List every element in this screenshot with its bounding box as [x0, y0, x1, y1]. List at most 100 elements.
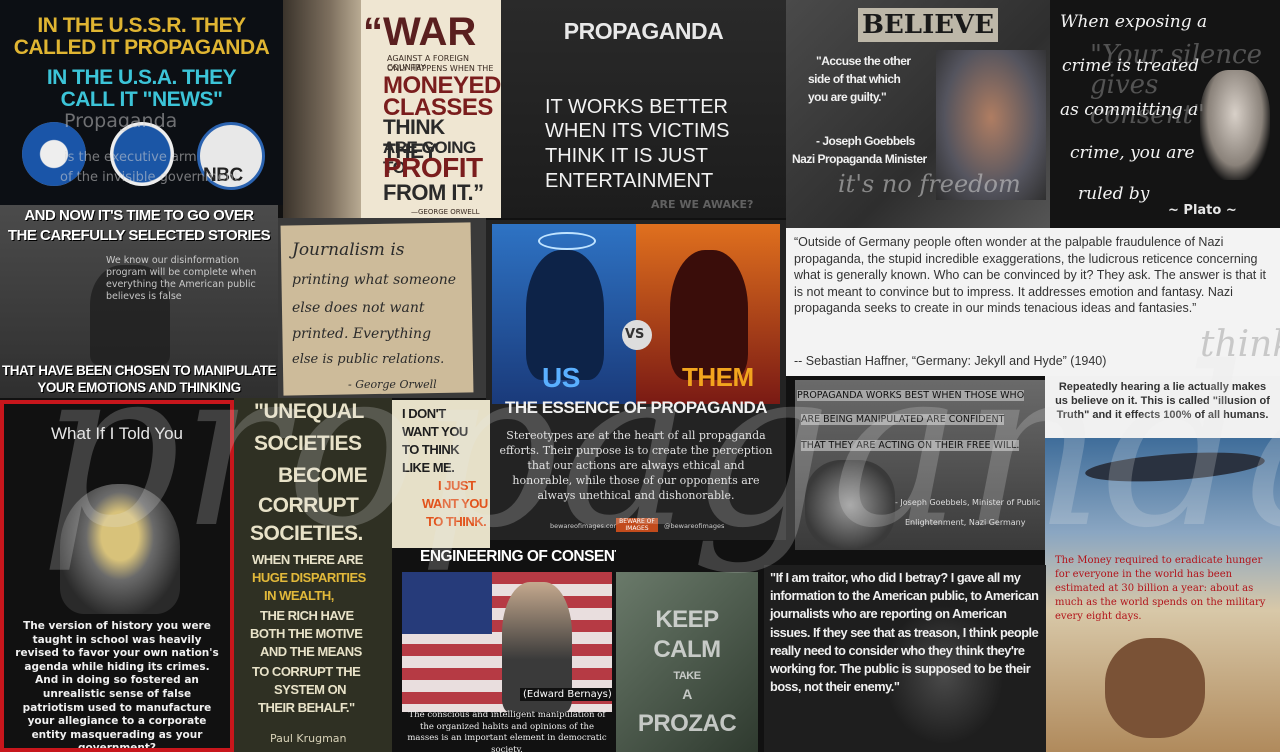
war-l1: “WAR: [363, 10, 477, 54]
usthem-site: bewareofimages.com: [550, 522, 620, 530]
repeat-text: Repeatedly hearing a lie actually makes …: [1055, 381, 1270, 421]
propaganda-l3: THINK IT IS JUST: [545, 145, 708, 167]
vs-label: VS: [625, 327, 645, 342]
war-author: —GEORGE ORWELL: [411, 208, 480, 216]
goebbels-q2: side of that which: [808, 72, 901, 86]
journalism-l5: else is public relations.: [292, 352, 445, 367]
usthem-badge: BEWARE OF IMAGES: [616, 518, 658, 532]
stories-top2: THE CAREFULLY SELECTED STORIES: [7, 227, 271, 244]
thinklike-l4: LIKE ME.: [402, 460, 455, 475]
exposing-author: ~ Plato ~: [1168, 203, 1237, 218]
propaganda-l1: IT WORKS BETTER: [545, 96, 728, 118]
stories-top1: AND NOW IT'S TIME TO GO OVER: [24, 207, 254, 224]
tile-what-if-told-you: What If I Told You The version of histor…: [0, 400, 234, 752]
propaganda-title: PROPAGANDA: [563, 18, 724, 44]
propaganda-faint: ARE WE AWAKE?: [651, 198, 754, 211]
haffner-faint: think!: [1200, 324, 1280, 365]
krugman-l2: SOCIETIES: [254, 432, 362, 455]
krugman-l12: TO CORRUPT THE: [252, 664, 361, 679]
child-figure: [1105, 638, 1205, 738]
thinklike-l6: WANT YOU: [422, 496, 488, 511]
us-figure: [526, 250, 604, 380]
exposing-l2: crime is treated: [1062, 56, 1200, 76]
exposing-l5: ruled by: [1078, 184, 1150, 204]
ussr-faint1: Propaganda: [64, 110, 178, 132]
hoodie-figure: [60, 484, 180, 614]
propaganda-l2: WHEN ITS VICTIMS: [545, 120, 730, 142]
tile-exposing-crime: "Your silence gives consent" When exposi…: [1050, 0, 1280, 228]
krugman-l8: IN WEALTH,: [264, 588, 334, 603]
tile-ussr-news: IN THE U.S.S.R. THEY CALLED IT PROPAGAND…: [0, 0, 283, 205]
propaganda-l4: ENTERTAINMENT: [545, 170, 714, 192]
tile-goebbels-accuse: BELIEVE "Accuse the other side of that w…: [786, 0, 1050, 228]
journalism-author: - George Orwell: [348, 378, 437, 391]
tile-think-like-me: I DON'T WANT YOU TO THINK LIKE ME. I JUS…: [392, 400, 490, 548]
bomber-plane: [1084, 447, 1266, 487]
stories-bot1: THAT HAVE BEEN CHOSEN TO MANIPULATE: [1, 363, 277, 378]
krugman-l9: THE RICH HAVE: [260, 608, 354, 623]
goebbels2-portrait: [805, 460, 895, 550]
krugman-l7: HUGE DISPARITIES: [252, 570, 366, 585]
ussr-line1: IN THE U.S.S.R. THEY: [37, 14, 246, 37]
tile-us-vs-them: VS US THEM THE ESSENCE OF PROPAGANDA Ste…: [486, 220, 786, 540]
stories-bot2: YOUR EMOTIONS AND THINKING: [37, 380, 241, 395]
orwell-portrait: [283, 0, 361, 218]
tile-illusion-truth: Repeatedly hearing a lie actually makes …: [1045, 376, 1280, 438]
goebbels-faint: it's no freedom: [838, 170, 1021, 198]
thinklike-l3: TO THINK: [402, 442, 460, 457]
goebbels2-author: - Joseph Goebbels, Minister of Public: [895, 498, 1041, 507]
krugman-author: Paul Krugman: [270, 732, 347, 745]
ussr-line4: CALL IT "NEWS": [60, 88, 223, 111]
them-label: THEM: [682, 362, 754, 392]
stories-mid: We know our disinformation program will …: [106, 255, 257, 302]
krugman-l10: BOTH THE MOTIVE: [250, 626, 363, 641]
krugman-l5: SOCIETIES.: [250, 522, 363, 545]
ussr-line2: CALLED IT PROPAGANDA: [13, 36, 270, 59]
krugman-l4: CORRUPT: [258, 494, 359, 517]
them-figure: [670, 250, 748, 380]
tile-hunger-military: The Money required to eradicate hunger f…: [1045, 438, 1280, 752]
keepcalm-l3: TAKE: [673, 670, 701, 682]
goebbels-sign: BELIEVE: [858, 8, 999, 42]
usthem-body: Stereotypes are at the heart of all prop…: [499, 429, 773, 502]
bernays-body: The conscious and intelligent manipulati…: [407, 710, 607, 752]
thinklike-l5: I JUST: [438, 478, 476, 493]
goebbels-author: - Joseph Goebbels: [816, 134, 915, 148]
keepcalm-l5: PROZAC: [637, 710, 737, 737]
thinklike-l2: WANT YOU: [402, 424, 468, 439]
usthem-handle: @bewareofimages: [664, 522, 725, 530]
whatif-title: What If I Told You: [51, 424, 183, 443]
ussr-faint2: is the executive arm: [64, 150, 197, 165]
journalism-l4: printed. Everything: [292, 326, 432, 342]
exposing-l3: as committing a: [1060, 100, 1199, 120]
tile-bernays: ENGINEERING OF CONSENT AND PHARMA (Edwar…: [398, 548, 616, 752]
exposing-l4: crime, you are: [1070, 143, 1195, 163]
snowden-text: "If I am traitor, who did I betray? I ga…: [770, 570, 1039, 695]
keepcalm-l4: A: [682, 686, 692, 702]
tile-haffner-quote: “Outside of Germany people often wonder …: [786, 228, 1280, 376]
ussr-line3: IN THE U.S.A. THEY: [46, 66, 237, 89]
exposing-l1: When exposing a: [1060, 12, 1208, 32]
krugman-l13: SYSTEM ON: [274, 682, 347, 697]
krugman-l14: THEIR BEHALF.": [258, 700, 355, 715]
keepcalm-l1: KEEP: [655, 606, 719, 633]
bernays-title: ENGINEERING OF CONSENT AND PHARMA: [420, 548, 616, 565]
tile-goebbels-free-will: PROPAGANDA WORKS BEST WHEN THOSE WHO ARE…: [795, 380, 1045, 550]
journalism-l2: printing what someone: [292, 272, 457, 288]
tile-snowden-quote: "If I am traitor, who did I betray? I ga…: [764, 565, 1046, 752]
krugman-l6: WHEN THERE ARE: [252, 552, 363, 567]
halo-icon: [538, 232, 596, 250]
flag-canton: [402, 572, 492, 634]
haffner-quote: “Outside of Germany people often wonder …: [794, 235, 1267, 315]
goebbels-q3: you are guilty.": [808, 90, 887, 104]
haffner-cite: -- Sebastian Haffner, “Germany: Jekyll a…: [794, 354, 1107, 368]
keepcalm-l2: CALM: [653, 636, 721, 663]
war-l9: FROM IT.”: [383, 180, 484, 205]
tile-propaganda-entertainment: PROPAGANDA IT WORKS BETTER WHEN ITS VICT…: [501, 0, 786, 218]
thinklike-l1: I DON'T: [402, 406, 446, 421]
journalism-l1: Journalism is: [292, 240, 405, 260]
thinklike-l7: TO THINK.: [426, 514, 487, 529]
krugman-l3: BECOME: [278, 464, 368, 487]
krugman-l1: "UNEQUAL: [254, 400, 364, 423]
goebbels2-l2: ARE BEING MANIPULATED ARE CONFIDENT: [801, 414, 1005, 425]
